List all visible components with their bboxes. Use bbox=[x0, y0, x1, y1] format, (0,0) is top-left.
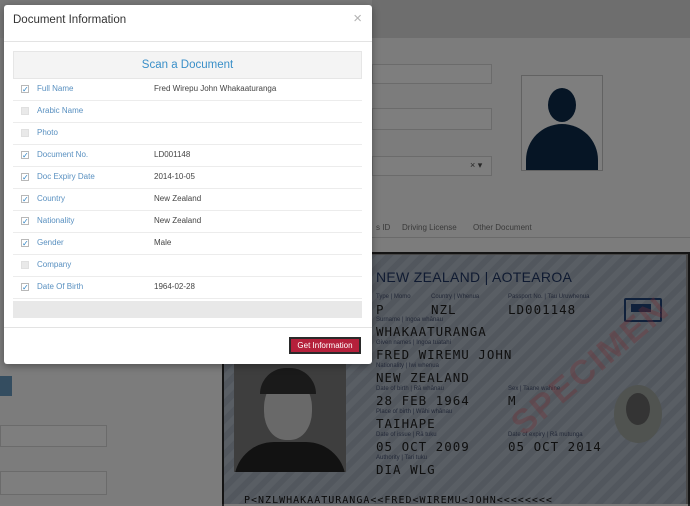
field-list-footer bbox=[13, 301, 362, 318]
field-value: Male bbox=[154, 238, 172, 247]
field-row-gender: ✓ Gender Male bbox=[13, 233, 362, 255]
field-value: 2014-10-05 bbox=[154, 172, 195, 181]
field-value: Fred Wirepu John Whakaaturanga bbox=[154, 84, 277, 93]
field-value: New Zealand bbox=[154, 216, 202, 225]
field-label: Company bbox=[37, 260, 72, 269]
field-value: 1964-02-28 bbox=[154, 282, 195, 291]
modal-footer-divider bbox=[4, 327, 372, 328]
field-label: Gender bbox=[37, 238, 64, 247]
field-row-full-name: ✓ Full Name Fred Wirepu John Whakaaturan… bbox=[13, 79, 362, 101]
checkbox-doc-expiry-date[interactable]: ✓ bbox=[21, 173, 29, 182]
scan-document-header: Scan a Document bbox=[13, 51, 362, 79]
field-label: Nationality bbox=[37, 216, 75, 225]
checkbox-date-of-birth[interactable]: ✓ bbox=[21, 283, 29, 292]
field-row-date-of-birth: ✓ Date Of Birth 1964-02-28 bbox=[13, 277, 362, 299]
checkbox-gender[interactable]: ✓ bbox=[21, 239, 29, 248]
scan-document-title: Scan a Document bbox=[141, 59, 234, 71]
checkbox-country[interactable]: ✓ bbox=[21, 195, 29, 204]
checkbox-arabic-name[interactable] bbox=[21, 107, 29, 115]
close-icon[interactable]: × bbox=[353, 11, 362, 26]
checkbox-photo[interactable] bbox=[21, 129, 29, 137]
checkbox-nationality[interactable]: ✓ bbox=[21, 217, 29, 226]
field-value: New Zealand bbox=[154, 194, 202, 203]
field-label: Arabic Name bbox=[37, 106, 84, 115]
document-field-list: ✓ Full Name Fred Wirepu John Whakaaturan… bbox=[13, 79, 362, 299]
field-row-company: Company bbox=[13, 255, 362, 277]
checkbox-full-name[interactable]: ✓ bbox=[21, 85, 29, 94]
checkbox-company[interactable] bbox=[21, 261, 29, 269]
field-row-doc-expiry-date: ✓ Doc Expiry Date 2014-10-05 bbox=[13, 167, 362, 189]
field-row-arabic-name: Arabic Name bbox=[13, 101, 362, 123]
field-row-photo: Photo bbox=[13, 123, 362, 145]
field-label: Doc Expiry Date bbox=[37, 172, 95, 181]
checkbox-document-no[interactable]: ✓ bbox=[21, 151, 29, 160]
get-information-button[interactable]: Get Information bbox=[289, 337, 361, 354]
field-row-nationality: ✓ Nationality New Zealand bbox=[13, 211, 362, 233]
modal-title: Document Information bbox=[13, 14, 127, 26]
modal-header-divider bbox=[4, 41, 372, 42]
field-row-document-no: ✓ Document No. LD001148 bbox=[13, 145, 362, 167]
field-label: Date Of Birth bbox=[37, 282, 84, 291]
field-label: Full Name bbox=[37, 84, 74, 93]
document-information-modal: Document Information × Scan a Document ✓… bbox=[4, 5, 372, 364]
field-value: LD001148 bbox=[154, 150, 191, 159]
field-row-country: ✓ Country New Zealand bbox=[13, 189, 362, 211]
field-label: Country bbox=[37, 194, 66, 203]
field-label: Document No. bbox=[37, 150, 89, 159]
field-label: Photo bbox=[37, 128, 58, 137]
